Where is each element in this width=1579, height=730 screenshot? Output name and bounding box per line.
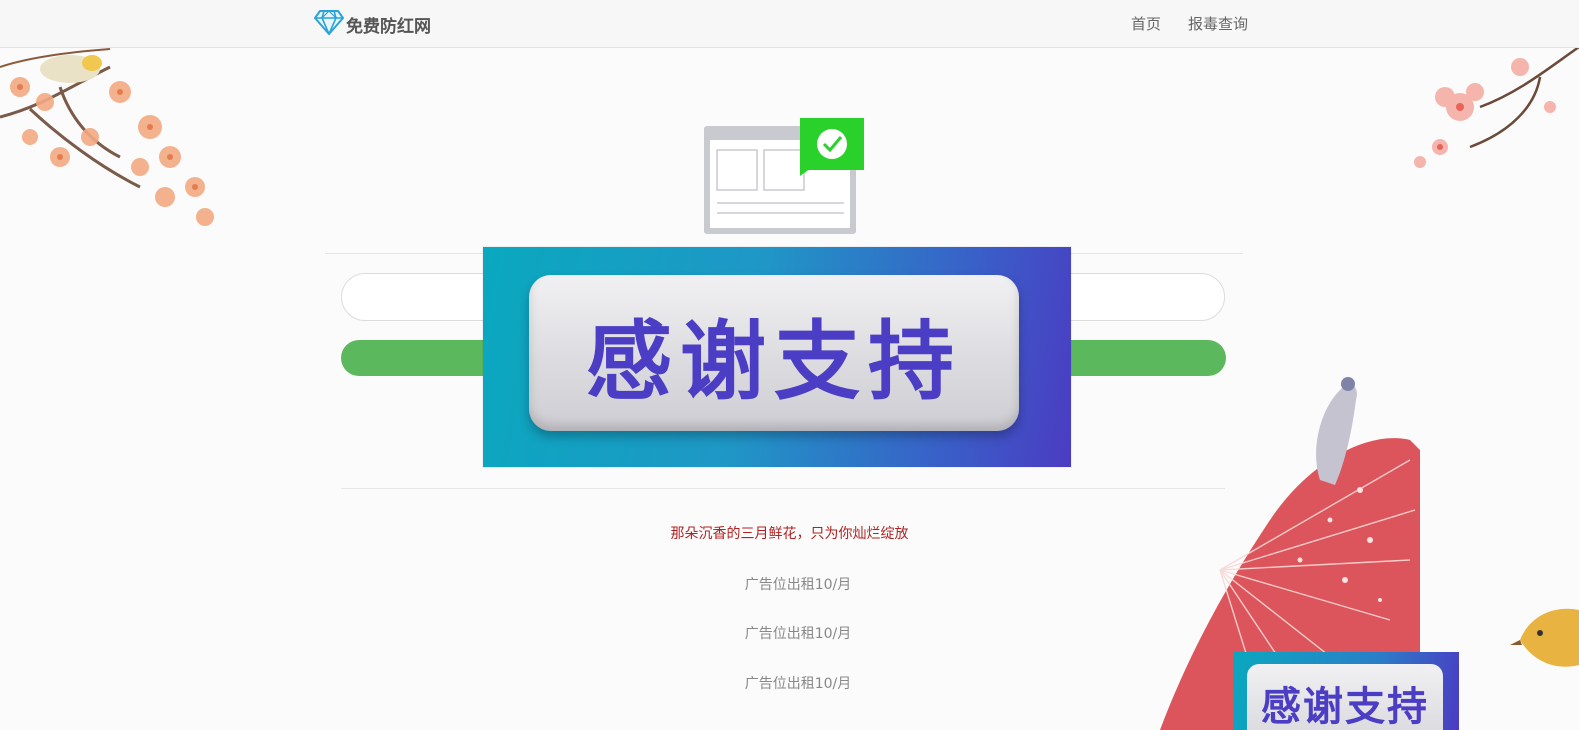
- browser-check-icon: [704, 118, 864, 234]
- ad-slot-text[interactable]: 广告位出租10/月: [0, 623, 1579, 643]
- brand-link[interactable]: 免费防红网: [314, 10, 431, 38]
- thanks-corner-text: 感谢支持: [1261, 684, 1429, 730]
- diamond-icon: [314, 9, 344, 39]
- ad-slot-text[interactable]: 广告位出租10/月: [0, 574, 1579, 594]
- thanks-corner-badge[interactable]: 感谢支持: [1233, 652, 1459, 730]
- nav-report-query-link[interactable]: 报毒查询: [1188, 13, 1248, 34]
- slogan-text: 那朵沉香的三月鲜花，只为你灿烂绽放: [670, 526, 909, 542]
- thanks-popup-banner[interactable]: 感谢支持: [483, 247, 1071, 467]
- nav-home-link[interactable]: 首页: [1131, 13, 1161, 34]
- top-navbar: 免费防红网 首页 报毒查询: [0, 0, 1579, 48]
- divider-bottom: [341, 488, 1225, 489]
- thanks-popup-plate: 感谢支持: [529, 275, 1019, 431]
- thanks-popup-text: 感谢支持: [586, 311, 962, 412]
- thanks-corner-plate: 感谢支持: [1247, 664, 1443, 730]
- brand-name: 免费防红网: [346, 16, 431, 37]
